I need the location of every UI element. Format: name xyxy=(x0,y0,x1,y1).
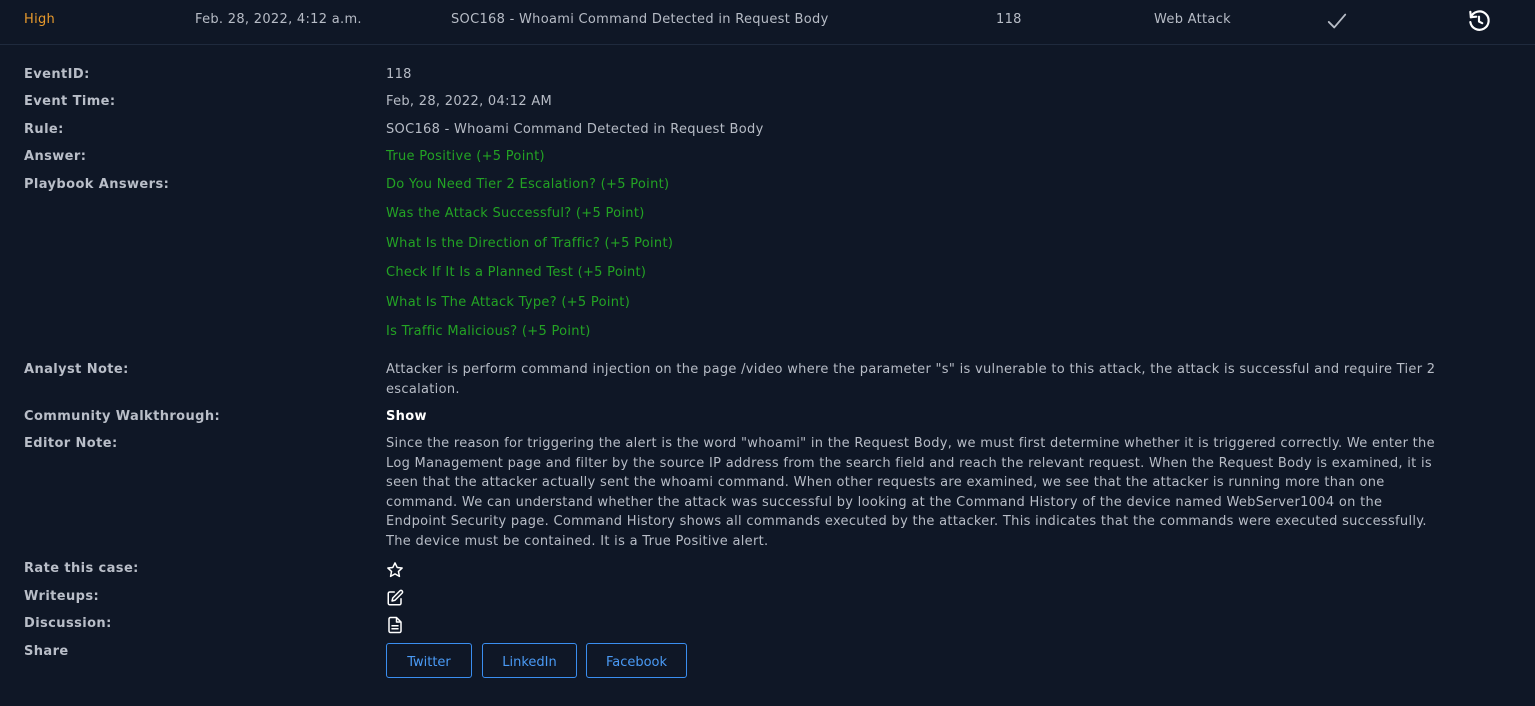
writeups-label: Writeups: xyxy=(24,589,100,604)
share-facebook-button[interactable]: Facebook xyxy=(586,643,687,678)
alert-summary-row[interactable]: High Feb. 28, 2022, 4:12 a.m. SOC168 - W… xyxy=(0,0,1535,45)
restore-icon[interactable] xyxy=(1466,8,1492,34)
community-walkthrough-label: Community Walkthrough: xyxy=(24,409,221,424)
edit-icon[interactable] xyxy=(386,589,404,607)
star-icon[interactable] xyxy=(386,561,404,579)
analyst-note-value: Attacker is perform command injection on… xyxy=(386,362,1436,397)
playbook-answer-item: Is Traffic Malicious? (+5 Point) xyxy=(386,324,591,339)
analyst-note-label: Analyst Note: xyxy=(24,362,129,377)
editor-note-value: Since the reason for triggering the aler… xyxy=(386,436,1435,549)
editor-note-label: Editor Note: xyxy=(24,436,118,451)
document-icon[interactable] xyxy=(386,616,404,634)
answer-value: True Positive (+5 Point) xyxy=(386,149,545,164)
event-time-value: Feb, 28, 2022, 04:12 AM xyxy=(386,94,553,109)
alert-rule-name: SOC168 - Whoami Command Detected in Requ… xyxy=(451,12,829,27)
answer-label: Answer: xyxy=(24,149,87,164)
event-time-label: Event Time: xyxy=(24,94,116,109)
share-label: Share xyxy=(24,644,69,659)
community-walkthrough-show-link[interactable]: Show xyxy=(386,407,427,427)
alert-date: Feb. 28, 2022, 4:12 a.m. xyxy=(195,12,362,27)
playbook-answer-item: Do You Need Tier 2 Escalation? (+5 Point… xyxy=(386,177,670,192)
playbook-answer-item: What Is The Attack Type? (+5 Point) xyxy=(386,295,631,310)
playbook-answer-item: Was the Attack Successful? (+5 Point) xyxy=(386,206,645,221)
rule-label: Rule: xyxy=(24,122,64,137)
playbook-answer-item: Check If It Is a Planned Test (+5 Point) xyxy=(386,265,647,280)
playbook-answer-item: What Is the Direction of Traffic? (+5 Po… xyxy=(386,236,674,251)
severity-label: High xyxy=(24,12,56,27)
event-id-value: 118 xyxy=(386,67,412,82)
alert-type: Web Attack xyxy=(1154,12,1231,27)
rule-value: SOC168 - Whoami Command Detected in Requ… xyxy=(386,122,764,137)
check-icon xyxy=(1327,13,1347,29)
event-id-label: EventID: xyxy=(24,67,90,82)
share-linkedin-button[interactable]: LinkedIn xyxy=(482,643,577,678)
discussion-label: Discussion: xyxy=(24,616,112,631)
share-twitter-button[interactable]: Twitter xyxy=(386,643,472,678)
rate-case-label: Rate this case: xyxy=(24,561,139,576)
alert-event-id: 118 xyxy=(996,12,1022,27)
playbook-answers-label: Playbook Answers: xyxy=(24,177,170,192)
